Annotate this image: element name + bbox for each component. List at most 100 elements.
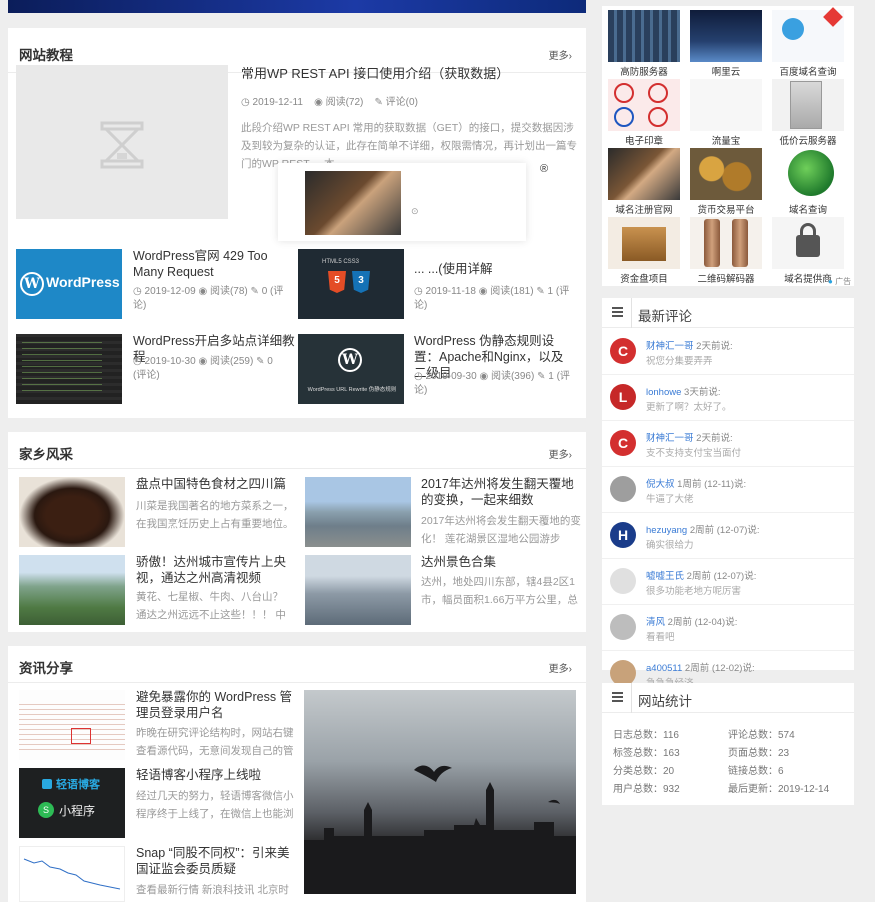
post-title[interactable]: 达州景色合集 bbox=[421, 554, 581, 570]
post-date: 2019-11-18 bbox=[425, 286, 476, 297]
ad-item[interactable]: 电子印章 bbox=[606, 79, 682, 147]
wordpress-logo-icon: W bbox=[20, 272, 44, 296]
padlock-shackle-icon bbox=[800, 223, 816, 239]
comment-author[interactable]: 倪大叔 bbox=[646, 479, 675, 490]
post-title[interactable]: 骄傲！达州城市宣传片上央视，通达之州高清视频 bbox=[136, 554, 296, 586]
comment-text[interactable]: 祝您分集要弄弄 bbox=[646, 353, 713, 367]
comment-text[interactable]: 确实很给力 bbox=[646, 537, 694, 551]
comment-author[interactable]: lonhowe bbox=[646, 387, 681, 398]
more-link[interactable]: 更多› bbox=[549, 47, 572, 62]
comment-text[interactable]: 看看吧 bbox=[646, 629, 675, 643]
ad-item[interactable]: 资金盘项目 bbox=[606, 217, 682, 285]
post-thumbnail[interactable] bbox=[19, 477, 125, 547]
avatar[interactable]: C bbox=[610, 430, 636, 456]
comment-item[interactable]: 嘘嘘王氏 2周前 (12-07)说: 很多功能老地方呢厉害 bbox=[610, 564, 850, 602]
post-thumbnail[interactable] bbox=[305, 555, 411, 625]
comment-item[interactable]: 清风 2周前 (12-04)说: 看看吧 bbox=[610, 610, 850, 648]
ad-item[interactable]: 百度域名查询 bbox=[770, 7, 846, 78]
divider bbox=[8, 468, 586, 469]
ad-image bbox=[690, 79, 762, 131]
stock-chart-icon bbox=[23, 858, 121, 890]
stat-link-count: 链接总数：6 bbox=[728, 762, 784, 777]
robot-mascot-icon bbox=[782, 18, 804, 40]
avatar[interactable]: C bbox=[610, 338, 636, 364]
comment-author[interactable]: 清风 bbox=[646, 617, 665, 628]
more-link[interactable]: 更多› bbox=[549, 660, 572, 675]
avatar[interactable] bbox=[610, 476, 636, 502]
stat-page-count: 页面总数：23 bbox=[728, 744, 789, 759]
post-title[interactable]: ... ...(使用详解 bbox=[414, 261, 574, 277]
post-title[interactable]: 轻语博客小程序上线啦 bbox=[136, 767, 296, 783]
post-thumbnail[interactable]: 轻语博客 S 小程序 bbox=[19, 768, 125, 838]
divider bbox=[602, 420, 854, 421]
avatar[interactable] bbox=[610, 568, 636, 594]
comment-author[interactable]: 嘘嘘王氏 bbox=[646, 571, 684, 582]
post-excerpt: 川菜是我国著名的地方菜系之一，在我国烹饪历史上占有重要地位。它取 bbox=[136, 500, 294, 530]
seal-stamp-icon bbox=[648, 83, 668, 103]
thumbnail-text: WordPress URL Rewrite 伪静态规则 bbox=[307, 387, 397, 393]
post-title[interactable]: 2017年达州将发生翻天覆地的变换，一起来细数 bbox=[421, 476, 581, 508]
post-views: 阅读(181) bbox=[490, 286, 534, 297]
handshake-thumbnail bbox=[305, 171, 401, 235]
comment-time: 1周前 (12-11)说: bbox=[677, 479, 747, 490]
post-thumbnail[interactable]: 5 3 HTML5 CSS3 bbox=[298, 249, 404, 319]
ad-info-icon: ● bbox=[828, 277, 833, 286]
post-title[interactable]: 盘点中国特色食材之四川篇 bbox=[136, 476, 296, 492]
ad-item[interactable]: 啊里云 bbox=[688, 10, 764, 78]
comment-item[interactable]: Llonhowe 3天前说: 更新了啊？太好了。 bbox=[610, 380, 850, 418]
post-thumbnail[interactable]: W WordPress URL Rewrite 伪静态规则 bbox=[298, 334, 404, 404]
post-thumbnail[interactable] bbox=[16, 334, 122, 404]
comment-text[interactable]: 牛逼了大佬 bbox=[646, 491, 694, 505]
ad-item[interactable]: 域名注册官网 bbox=[606, 148, 682, 216]
ad-item[interactable]: 域名查询 bbox=[770, 148, 846, 216]
comment-item[interactable]: Hhezuyang 2周前 (12-07)说: 确实很给力 bbox=[610, 518, 850, 556]
ad-label: 二维码解码器 bbox=[697, 274, 755, 285]
post-date: 2019-12-09 bbox=[144, 286, 196, 297]
comment-text[interactable]: 支不支持支付宝当面付 bbox=[646, 445, 741, 459]
ad-item[interactable]: 流量宝 bbox=[688, 79, 764, 147]
ad-item[interactable]: 货币交易平台 bbox=[688, 148, 764, 216]
ad-item[interactable]: 二维码解码器 bbox=[688, 217, 764, 285]
featured-thumbnail[interactable] bbox=[16, 65, 228, 219]
ad-label: 百度域名查询 bbox=[779, 67, 837, 78]
post-thumbnail[interactable] bbox=[19, 846, 125, 902]
post-thumbnail[interactable] bbox=[19, 555, 125, 625]
comment-item[interactable]: 倪大叔 1周前 (12-11)说: 牛逼了大佬 bbox=[610, 472, 850, 510]
ad-item[interactable]: 高防服务器 bbox=[606, 10, 682, 78]
css3-shield-icon: 3 bbox=[352, 271, 370, 293]
ad-item[interactable]: 域名提供商 bbox=[770, 217, 846, 285]
ad-item[interactable]: 低价云服务器 bbox=[770, 79, 846, 147]
post-title[interactable]: 避免暴露你的 WordPress 管理员登录用户名 bbox=[136, 689, 296, 721]
top-banner[interactable] bbox=[8, 0, 586, 13]
post-thumbnail[interactable] bbox=[305, 477, 411, 547]
divider bbox=[631, 298, 632, 328]
post-excerpt: 达州，地处四川东部，辖4县2区1市，幅员面积1.66万平方公里，总人口690 bbox=[421, 576, 578, 606]
comment-author[interactable]: hezuyang bbox=[646, 525, 687, 536]
comment-text[interactable]: 很多功能老地方呢厉害 bbox=[646, 583, 741, 597]
stat-label: 页面总数： bbox=[728, 748, 778, 759]
post-excerpt: 黄花、七星椒、牛肉、八台山？ 通达之州远远不止这些！！！ 中国达州是 bbox=[136, 591, 286, 621]
comment-text[interactable]: 更新了啊？太好了。 bbox=[646, 399, 732, 413]
comment-author-line: 嘘嘘王氏 2周前 (12-07)说: bbox=[646, 568, 756, 582]
post-title[interactable]: WordPress官网 429 Too Many Request bbox=[133, 248, 278, 280]
comment-author[interactable]: 财神汇一哥 bbox=[646, 433, 694, 444]
avatar[interactable]: H bbox=[610, 522, 636, 548]
ad-image bbox=[608, 217, 680, 269]
post-title[interactable]: Snap “同股不同权”：引来美国证监会委员质疑 bbox=[136, 845, 296, 877]
overlay-popup[interactable]: ® bbox=[278, 163, 548, 241]
post-thumbnail[interactable]: W WordPress bbox=[16, 249, 122, 319]
comment-item[interactable]: C 财神汇一哥 2天前说: 支不支持支付宝当面付 bbox=[610, 426, 850, 464]
comment-author[interactable]: a400511 bbox=[646, 663, 682, 674]
avatar[interactable]: L bbox=[610, 384, 636, 410]
avatar[interactable] bbox=[610, 614, 636, 640]
more-link[interactable]: 更多› bbox=[549, 446, 572, 461]
flask-icon bbox=[704, 219, 720, 267]
ad-label: 高防服务器 bbox=[620, 67, 668, 78]
comment-author[interactable]: 财神汇一哥 bbox=[646, 341, 694, 352]
server-rack-icon bbox=[790, 81, 822, 129]
featured-photo[interactable] bbox=[304, 690, 576, 894]
site-stats-panel: 网站统计 日志总数：116 评论总数：574 标签总数：163 页面总数：23 … bbox=[602, 683, 854, 805]
featured-title[interactable]: 常用WP REST API 接口使用介绍（获取数据） bbox=[241, 66, 571, 82]
comment-item[interactable]: C 财神汇一哥 2天前说: 祝您分集要弄弄 bbox=[610, 334, 850, 372]
post-thumbnail[interactable] bbox=[19, 690, 125, 760]
